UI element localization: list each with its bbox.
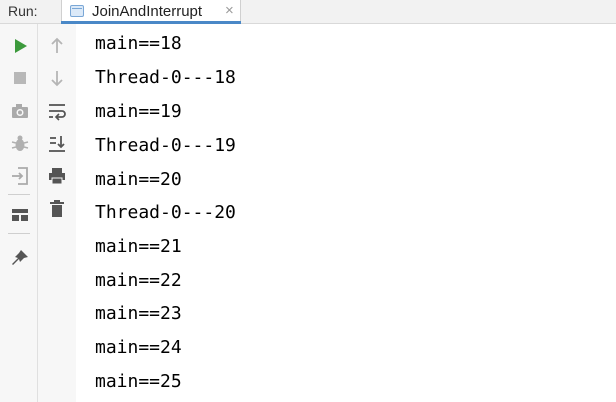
run-label: Run: — [8, 3, 38, 19]
trash-icon — [50, 200, 64, 217]
console-line: main==25 — [95, 371, 182, 392]
console-line: Thread-0---18 — [95, 67, 236, 88]
clear-all-button[interactable] — [46, 198, 68, 220]
rerun-button[interactable] — [9, 35, 31, 57]
camera-icon — [12, 104, 28, 118]
console-line: Thread-0---19 — [95, 135, 236, 156]
toolbar-divider — [8, 194, 30, 195]
restore-layout-button[interactable] — [9, 204, 31, 226]
close-tab-button[interactable]: × — [225, 2, 234, 19]
stop-button[interactable] — [9, 67, 31, 89]
console-line: main==22 — [95, 270, 182, 291]
print-button[interactable] — [46, 165, 68, 187]
down-arrow-icon — [51, 71, 63, 87]
stop-icon — [14, 72, 26, 84]
run-icon — [15, 39, 27, 53]
pin-tab-button[interactable] — [9, 247, 31, 269]
pin-icon — [12, 250, 28, 265]
print-icon — [49, 168, 65, 185]
exit-button[interactable] — [9, 165, 31, 187]
console-line: main==21 — [95, 236, 182, 257]
scroll-to-end-icon — [49, 136, 65, 152]
layout-icon — [12, 209, 28, 221]
console-actions-toolbar — [38, 24, 76, 402]
console-line: main==23 — [95, 303, 182, 324]
dump-threads-button[interactable] — [9, 100, 31, 122]
toolbar-divider — [8, 233, 30, 234]
next-occurrence-button[interactable] — [46, 67, 68, 89]
console-output[interactable]: main==18 Thread-0---18 main==19 Thread-0… — [76, 24, 616, 402]
prev-occurrence-button[interactable] — [46, 35, 68, 57]
console-tab-icon — [70, 5, 84, 17]
console-line: main==20 — [95, 169, 182, 190]
soft-wrap-button[interactable] — [46, 100, 68, 122]
debug-bug-icon — [11, 135, 29, 151]
debug-button[interactable] — [9, 133, 31, 155]
soft-wrap-icon — [49, 104, 66, 121]
scroll-to-end-button[interactable] — [46, 133, 68, 155]
console-line: Thread-0---20 — [95, 202, 236, 223]
run-actions-toolbar — [0, 24, 38, 402]
console-line: main==19 — [95, 101, 182, 122]
run-toolbar-header: Run: JoinAndInterrupt × — [0, 0, 616, 24]
console-line: main==24 — [95, 337, 182, 358]
up-arrow-icon — [51, 37, 63, 53]
exit-icon — [12, 167, 28, 185]
console-line: main==18 — [95, 33, 182, 54]
tab-label: JoinAndInterrupt — [92, 3, 203, 20]
